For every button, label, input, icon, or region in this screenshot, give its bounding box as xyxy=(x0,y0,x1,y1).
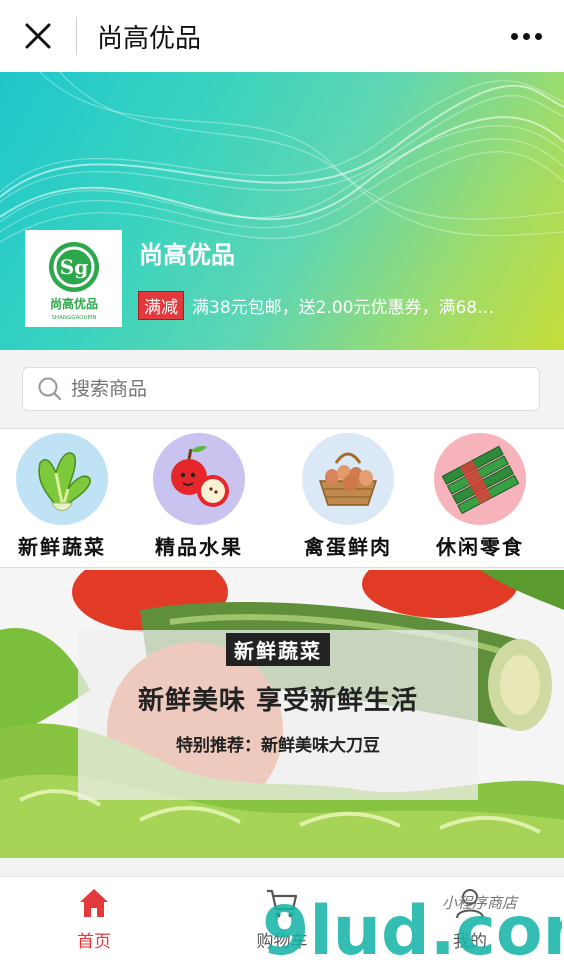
search-input[interactable] xyxy=(69,377,473,401)
store-logo: Sg 尚高优品 SHANGGAOUPIN xyxy=(25,230,122,327)
promo-text: 满38元包邮，送2.00元优惠券，满68… xyxy=(192,298,495,318)
category-label: 精品水果 xyxy=(155,535,243,559)
category-snacks[interactable]: 休闲零食 xyxy=(420,433,540,560)
banner-overlay: 新鲜蔬菜 新鲜美味 享受新鲜生活 特别推荐：新鲜美味大刀豆 xyxy=(78,630,478,800)
promo-tag: 满减 xyxy=(138,291,184,320)
category-label: 新鲜蔬菜 xyxy=(18,535,106,559)
banner-subline: 特别推荐：新鲜美味大刀豆 xyxy=(176,736,380,756)
title-divider xyxy=(76,17,77,55)
store-logo-text: 尚高优品 xyxy=(50,296,98,311)
promo-banner[interactable]: 新鲜蔬菜 新鲜美味 享受新鲜生活 特别推荐：新鲜美味大刀豆 xyxy=(0,570,564,858)
cart-icon xyxy=(267,889,298,918)
tab-home[interactable]: 首页 xyxy=(24,885,164,952)
store-header: Sg 尚高优品 SHANGGAOUPIN 尚高优品 满减 满38元包邮，送2.0… xyxy=(0,72,564,350)
more-dot-icon xyxy=(510,32,518,40)
category-eggs-meat[interactable]: 禽蛋鲜肉 xyxy=(288,433,408,560)
svg-text:Sg: Sg xyxy=(60,255,88,279)
user-icon xyxy=(456,889,484,919)
close-button[interactable] xyxy=(0,0,76,72)
tab-profile[interactable]: 我的 xyxy=(400,885,540,952)
category-vegetables[interactable]: 新鲜蔬菜 xyxy=(2,433,122,560)
tab-cart[interactable]: 购物车 xyxy=(212,885,352,952)
vegetable-icon xyxy=(16,433,108,525)
promo-row[interactable]: 满减 满38元包邮，送2.00元优惠券，满68… xyxy=(138,291,494,320)
fruit-icon xyxy=(153,433,245,525)
category-label: 禽蛋鲜肉 xyxy=(304,535,392,559)
category-label: 休闲零食 xyxy=(436,535,524,559)
close-icon xyxy=(25,23,51,49)
store-logo-mark: Sg 尚高优品 SHANGGAOUPIN xyxy=(49,242,99,321)
search-icon xyxy=(38,377,62,401)
more-dot-icon xyxy=(522,32,530,40)
bottom-tab-bar: 首页 购物车 我的 xyxy=(0,876,564,960)
tab-label: 我的 xyxy=(453,932,487,952)
banner-headline: 新鲜美味 享受新鲜生活 xyxy=(137,686,419,716)
tab-label: 购物车 xyxy=(256,932,308,952)
category-fruits[interactable]: 精品水果 xyxy=(139,433,259,560)
eggs-icon xyxy=(302,433,394,525)
store-logo-subtext: SHANGGAOUPIN xyxy=(51,315,96,321)
store-name: 尚高优品 xyxy=(139,241,235,269)
category-nav: 新鲜蔬菜 精品水果 禽蛋鲜肉 休闲零食 xyxy=(0,428,564,568)
title-bar: 尚高优品 xyxy=(0,0,564,72)
banner-badge: 新鲜蔬菜 xyxy=(226,633,330,666)
snack-icon xyxy=(434,433,526,525)
more-dot-icon xyxy=(534,32,542,40)
window-title: 尚高优品 xyxy=(97,23,202,54)
search-box[interactable] xyxy=(22,367,540,411)
more-options-button[interactable] xyxy=(488,0,564,72)
tab-label: 首页 xyxy=(77,932,111,952)
home-icon xyxy=(80,889,108,917)
search-section xyxy=(0,350,564,428)
